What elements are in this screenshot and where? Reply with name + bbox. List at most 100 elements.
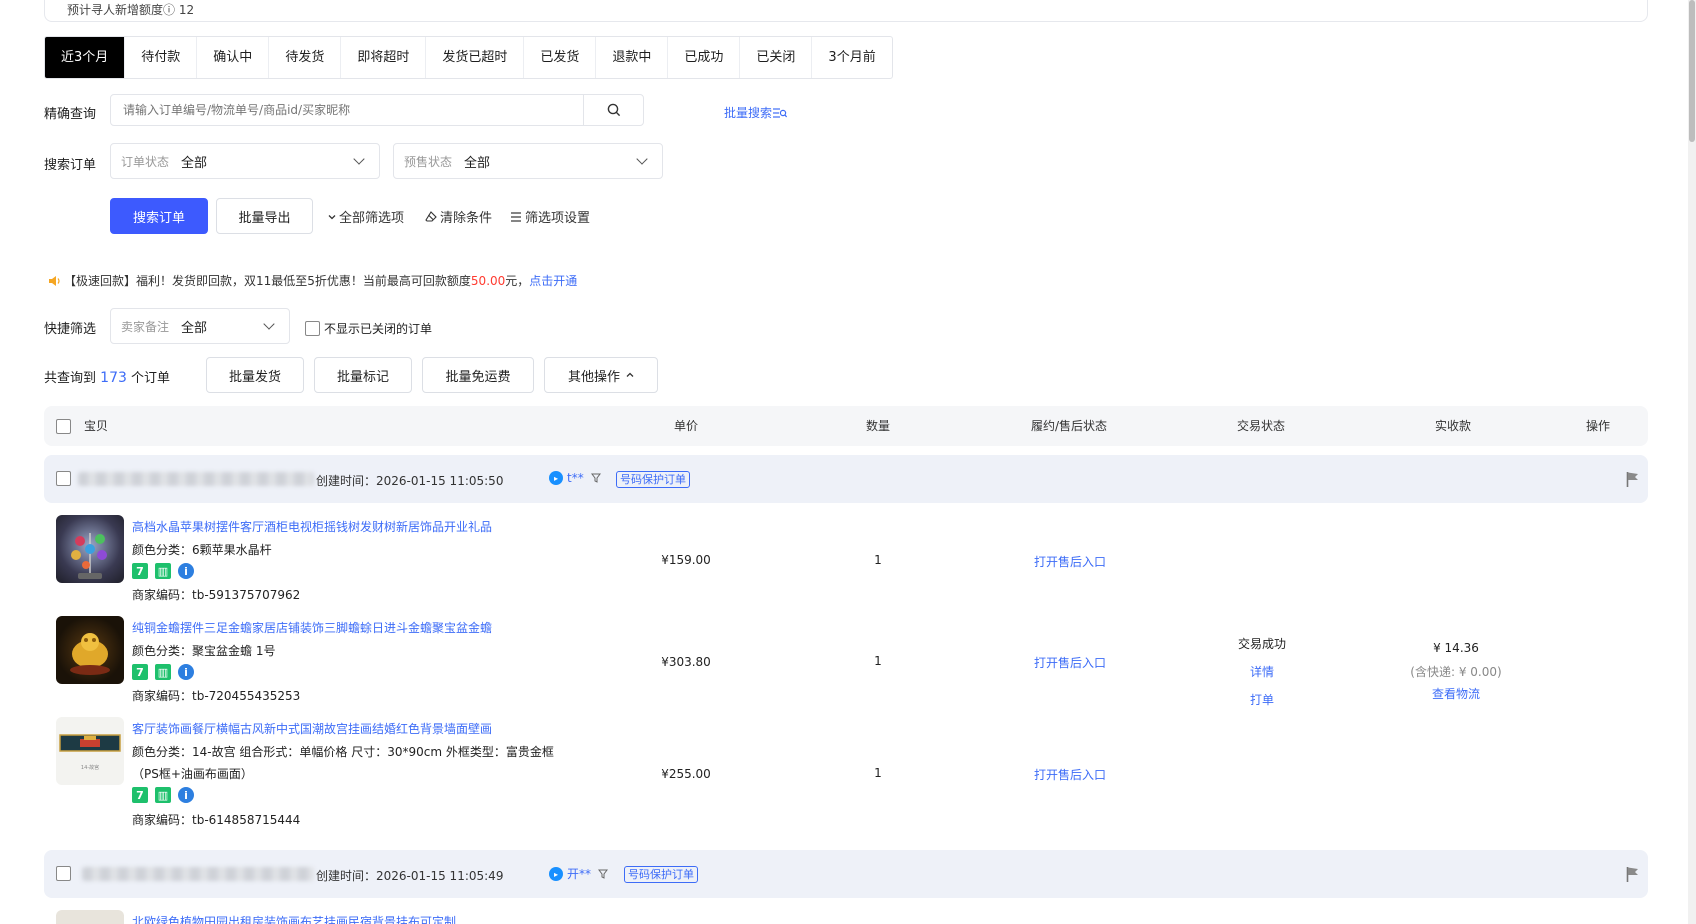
- tab-succeeded[interactable]: 已成功: [668, 37, 741, 78]
- after-sale-link[interactable]: 打开售后入口: [1034, 654, 1106, 671]
- merchant-code: 商家编码：tb-614858715444: [132, 813, 301, 827]
- list-icon: [511, 211, 521, 222]
- after-sale-link[interactable]: 打开售后入口: [1034, 553, 1106, 570]
- tab-closed[interactable]: 已关闭: [740, 37, 813, 78]
- notice-amount: 50.00: [470, 273, 506, 288]
- service-badges: 7 ▥ i: [132, 563, 194, 579]
- item-qty: 1: [874, 654, 882, 668]
- item-price: ¥303.80: [661, 655, 711, 669]
- product-image[interactable]: 14-故宫: [56, 717, 124, 785]
- select-all-checkbox[interactable]: [56, 419, 71, 434]
- chat-icon: ▸: [549, 471, 563, 485]
- info-icon[interactable]: i: [178, 787, 194, 803]
- guarantee-icon: ▥: [155, 664, 171, 680]
- product-title-link[interactable]: 纯铜金蟾摆件三足金蟾家居店铺装饰三脚蟾蜍日进斗金蟾聚宝盆金蟾: [132, 619, 492, 636]
- hide-closed-checkbox[interactable]: [305, 321, 320, 336]
- status-tabs: 近3个月 待付款 确认中 待发货 即将超时 发货已超时 已发货 退款中 已成功 …: [44, 36, 893, 79]
- all-filters-toggle[interactable]: 全部筛选项: [328, 207, 404, 226]
- speaker-icon: [49, 275, 60, 286]
- search-order-label: 搜索订单: [44, 158, 97, 173]
- product-title-link[interactable]: 北欧绿色植物田园出租房装饰画布艺挂画民宿背景挂布可定制: [132, 913, 456, 924]
- batch-export-button[interactable]: 批量导出: [216, 198, 313, 234]
- order-status-label: 订单状态: [121, 154, 170, 169]
- tab-confirming[interactable]: 确认中: [197, 37, 270, 78]
- search-button[interactable]: [583, 95, 643, 125]
- order-checkbox[interactable]: [56, 866, 71, 881]
- guarantee-icon: ▥: [155, 563, 171, 579]
- item-qty: 1: [874, 766, 882, 780]
- panel-partial-text: 预计寻人新增额度ⓘ 12: [67, 3, 195, 17]
- header-price: 单价: [674, 419, 699, 433]
- buyer-name: t**: [567, 471, 584, 485]
- seven-day-return-icon: 7: [132, 563, 148, 579]
- batch-search-link[interactable]: 批量搜索: [724, 104, 788, 121]
- notice-open-link[interactable]: 点击开通: [529, 272, 577, 289]
- batch-free-shipping-button[interactable]: 批量免运费: [422, 357, 534, 393]
- clear-conditions-label: 清除条件: [440, 211, 493, 226]
- view-logistics-link[interactable]: 查看物流: [1432, 685, 1480, 702]
- tab-pending-payment[interactable]: 待付款: [125, 37, 198, 78]
- presale-status-select[interactable]: 预售状态 全部: [393, 143, 663, 179]
- tab-before-3-months[interactable]: 3个月前: [812, 37, 891, 78]
- filter-icon: [590, 473, 601, 483]
- product-spec-cont: （PS框+油画布画面）: [132, 767, 253, 781]
- wall-painting-image: 14-故宫: [59, 734, 121, 771]
- tab-shipment-timeout[interactable]: 发货已超时: [426, 37, 525, 78]
- info-icon[interactable]: i: [178, 563, 194, 579]
- tab-pending-shipment[interactable]: 待发货: [269, 37, 342, 78]
- other-operations-label: 其他操作: [567, 369, 620, 385]
- batch-mark-button[interactable]: 批量标记: [314, 357, 412, 393]
- buyer-name: 开**: [567, 867, 592, 881]
- chevron-down-icon: [353, 153, 365, 165]
- seller-note-select[interactable]: 卖家备注 全部: [110, 308, 290, 344]
- product-image[interactable]: [56, 515, 124, 583]
- list-search-icon: [773, 107, 788, 118]
- chevron-down-icon: [636, 153, 648, 165]
- chevron-down-icon: [263, 318, 275, 330]
- product-title-link[interactable]: 高档水晶苹果树摆件客厅酒柜电视柜摇钱树发财树新居饰品开业礼品: [132, 518, 492, 535]
- notice-text: 【极速回款】福利！发货即回款，双11最低至5折优惠！当前最高可回款额度: [64, 274, 471, 288]
- hide-closed-toggle[interactable]: 不显示已关闭的订单: [305, 320, 432, 337]
- notice-suffix: 元，: [505, 274, 530, 288]
- header-received: 实收款: [1435, 419, 1472, 433]
- merchant-code: 商家编码：tb-720455435253: [132, 689, 301, 703]
- search-orders-button[interactable]: 搜索订单: [110, 198, 208, 234]
- header-qty: 数量: [866, 419, 891, 433]
- product-title-link[interactable]: 客厅装饰画餐厅横幅古风新中式国潮故宫挂画结婚红色背景墙面壁画: [132, 720, 492, 737]
- product-image[interactable]: [56, 910, 124, 924]
- order-number-redacted: [82, 867, 314, 881]
- filter-icon: [598, 869, 609, 879]
- service-badges: 7 ▥ i: [132, 787, 194, 803]
- received-amount: ¥ 14.36: [1433, 641, 1479, 655]
- page-scrollbar-thumb[interactable]: [1689, 0, 1695, 142]
- clear-conditions-button[interactable]: 清除条件: [425, 207, 492, 226]
- item-price: ¥159.00: [661, 553, 711, 567]
- order-number-redacted: [78, 472, 314, 486]
- order-detail-link[interactable]: 详情: [1250, 663, 1274, 680]
- search-icon: [607, 103, 620, 117]
- chevron-up-icon: [626, 372, 634, 377]
- tab-recent-3-months[interactable]: 近3个月: [45, 37, 126, 78]
- print-order-link[interactable]: 打单: [1250, 691, 1274, 708]
- exact-query-input[interactable]: [111, 95, 583, 125]
- other-operations-button[interactable]: 其他操作: [544, 357, 658, 393]
- batch-ship-button[interactable]: 批量发货: [206, 357, 304, 393]
- flag-icon[interactable]: [1626, 471, 1640, 487]
- info-icon[interactable]: i: [178, 664, 194, 680]
- exact-query-label: 精确查询: [44, 107, 97, 122]
- tab-shipped[interactable]: 已发货: [524, 37, 597, 78]
- flag-icon[interactable]: [1626, 866, 1640, 882]
- chat-icon: ▸: [549, 866, 563, 881]
- buyer-contact[interactable]: ▸ 开**: [548, 865, 609, 882]
- order-checkbox[interactable]: [56, 471, 71, 486]
- count-prefix: 共查询到: [44, 371, 97, 386]
- filter-settings-button[interactable]: 筛选项设置: [510, 207, 590, 226]
- after-sale-link[interactable]: 打开售后入口: [1034, 766, 1106, 783]
- gold-toad-image: [70, 633, 110, 675]
- buyer-contact[interactable]: ▸ t**: [548, 470, 601, 486]
- tab-about-to-timeout[interactable]: 即将超时: [341, 37, 427, 78]
- fast-payment-notice: 【极速回款】福利！发货即回款，双11最低至5折优惠！当前最高可回款额度 50.00…: [48, 272, 577, 289]
- order-status-select[interactable]: 订单状态 全部: [110, 143, 380, 179]
- tab-refunding[interactable]: 退款中: [596, 37, 669, 78]
- product-image[interactable]: [56, 616, 124, 684]
